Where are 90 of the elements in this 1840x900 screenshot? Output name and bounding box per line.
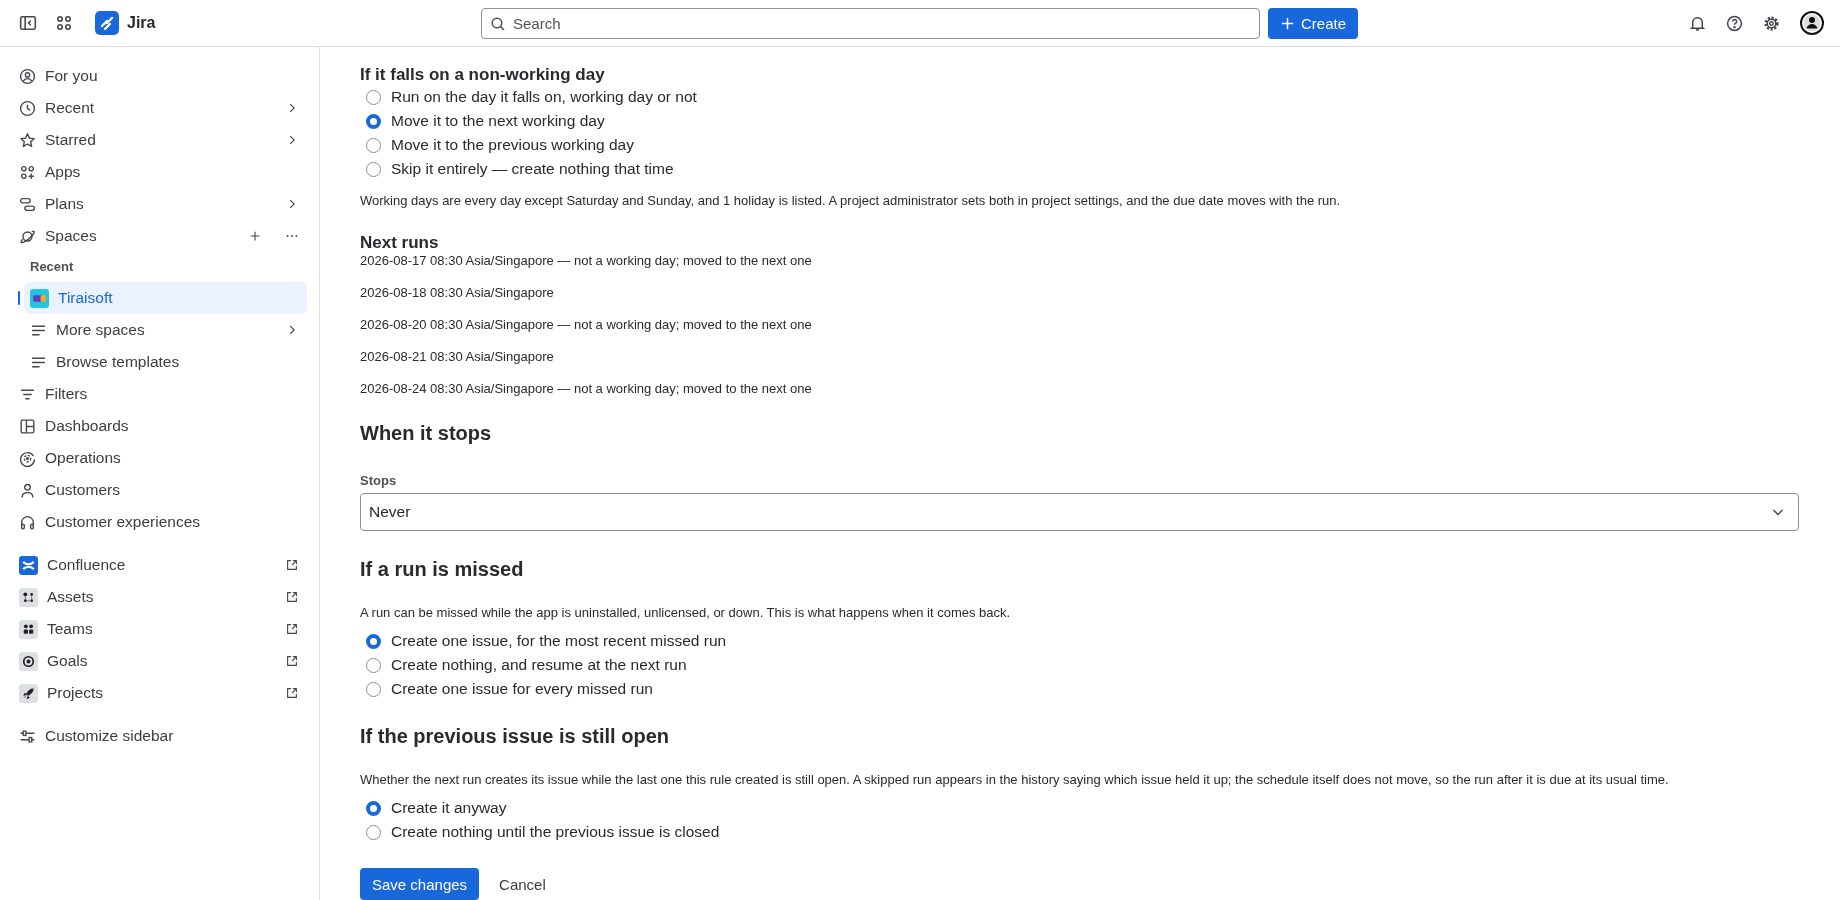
- add-icon[interactable]: [248, 229, 262, 243]
- radio-option[interactable]: Run on the day it falls on, working day or not: [360, 85, 1799, 109]
- sidebar-item[interactable]: Browse templates: [24, 346, 307, 378]
- radio-option[interactable]: Create it anyway: [360, 796, 1799, 820]
- sidebar-item[interactable]: Starred: [12, 124, 307, 156]
- product-name[interactable]: Jira: [127, 14, 156, 32]
- external-link-icon: [285, 590, 299, 604]
- radio-option[interactable]: Move it to the next working day: [360, 109, 1799, 133]
- sidebar-item[interactable]: Plans: [12, 188, 307, 220]
- app-switcher-icon[interactable]: [55, 14, 73, 32]
- radio-button[interactable]: [366, 161, 381, 177]
- field-label: Stops: [360, 473, 398, 489]
- run-entry: 2026-08-18 08:30 Asia/Singapore: [360, 284, 555, 302]
- rocket-icon: [19, 683, 38, 703]
- section-heading: If the previous issue is still open: [360, 724, 670, 748]
- layout-icon: [19, 417, 36, 435]
- plus-icon: [1280, 15, 1295, 31]
- radio-option[interactable]: Move it to the previous working day: [360, 133, 1799, 157]
- sidebar-item[interactable]: Projects: [12, 677, 307, 709]
- help-text: Working days are every day except Saturday and Sunday, and 1 holiday is listed. A project administrator sets both in project settings, and the due date moves with the run.: [360, 192, 1342, 210]
- sidebar-item[interactable]: Assets: [12, 581, 307, 613]
- bars-icon: [19, 195, 36, 213]
- radio-option[interactable]: Create nothing, and resume at the next run: [360, 653, 1799, 677]
- select-field[interactable]: Never: [360, 493, 1799, 531]
- target-icon: [19, 651, 38, 671]
- radio-option[interactable]: Skip it entirely — create nothing that time: [360, 157, 1799, 181]
- radio-option[interactable]: Create one issue, for the most recent missed run: [360, 629, 1799, 653]
- section-heading: Next runs: [360, 234, 440, 252]
- search-field[interactable]: Search: [481, 7, 1260, 39]
- sidebar-item[interactable]: Teams: [12, 613, 307, 645]
- sidebar-toggle-icon[interactable]: [19, 14, 37, 32]
- sidebar-item[interactable]: Dashboards: [12, 410, 307, 442]
- run-entry: 2026-08-21 08:30 Asia/Singapore: [360, 348, 555, 366]
- radio-button[interactable]: [366, 113, 381, 129]
- user-circle-icon: [19, 67, 36, 85]
- radio-button[interactable]: [366, 657, 381, 673]
- settings-icon[interactable]: [1763, 14, 1780, 32]
- avatar-icon[interactable]: [1800, 11, 1824, 35]
- star-icon: [19, 131, 36, 149]
- radio-button[interactable]: [366, 633, 381, 649]
- save-button[interactable]: Save changes: [360, 868, 480, 900]
- help-icon[interactable]: [1726, 14, 1743, 32]
- external-link-icon: [285, 622, 299, 636]
- radio-option[interactable]: Create one issue for every missed run: [360, 677, 1799, 701]
- external-link-icon: [285, 686, 299, 700]
- headphones-icon: [19, 513, 36, 531]
- sidebar-item[interactable]: Goals: [12, 645, 307, 677]
- space-avatar-icon: [30, 288, 49, 308]
- notifications-icon[interactable]: [1689, 14, 1706, 32]
- clock-icon: [19, 99, 36, 117]
- confluence-icon: [19, 555, 38, 575]
- section-heading: If it falls on a non-working day: [360, 65, 606, 85]
- sidebar-item[interactable]: Customers: [12, 474, 307, 506]
- radio-button[interactable]: [366, 137, 381, 153]
- sidebar-item[interactable]: More spaces: [24, 314, 307, 346]
- external-link-icon: [285, 654, 299, 668]
- radio-button[interactable]: [366, 800, 381, 816]
- sidebar-item[interactable]: Confluence: [12, 549, 307, 581]
- radio-button[interactable]: [366, 824, 381, 840]
- cancel-button[interactable]: Cancel: [487, 868, 558, 900]
- section-heading: When it stops: [360, 421, 493, 445]
- jira-logo-icon[interactable]: [95, 11, 119, 35]
- radio-button[interactable]: [366, 89, 381, 105]
- sidebar-item[interactable]: For you: [12, 60, 307, 92]
- sidebar-item[interactable]: Operations: [12, 442, 307, 474]
- help-text: A run can be missed while the app is uninstalled, unlicensed, or down. This is what happens when it comes back.: [360, 604, 1012, 622]
- external-link-icon: [285, 558, 299, 572]
- section-label: Recent: [29, 258, 75, 276]
- nodes-icon: [19, 587, 38, 607]
- section-heading: If a run is missed: [360, 557, 525, 581]
- sliders-icon: [19, 727, 36, 745]
- run-entry: 2026-08-24 08:30 Asia/Singapore — not a working day; moved to the next one: [360, 380, 813, 398]
- search-icon: [490, 15, 506, 32]
- apps-icon: [19, 163, 36, 181]
- radio-button[interactable]: [366, 681, 381, 697]
- radar-icon: [19, 449, 36, 467]
- sidebar-item[interactable]: Apps: [12, 156, 307, 188]
- people-icon: [19, 619, 38, 639]
- run-entry: 2026-08-17 08:30 Asia/Singapore — not a working day; moved to the next one: [360, 252, 813, 270]
- selection-indicator: [18, 291, 20, 305]
- sidebar-item[interactable]: Recent: [12, 92, 307, 124]
- sidebar-item[interactable]: Filters: [12, 378, 307, 410]
- help-text: Whether the next run creates its issue while the last one this rule created is still open. A skipped run appears in the history saying which issue held it up; the schedule itself does not move, so the run after it is due at its usual time.: [360, 771, 1670, 789]
- sidebar-item[interactable]: Spaces: [12, 220, 307, 252]
- create-button[interactable]: Create: [1268, 7, 1359, 39]
- customize-sidebar-link[interactable]: Customize sidebar: [12, 720, 307, 752]
- run-entry: 2026-08-20 08:30 Asia/Singapore — not a working day; moved to the next one: [360, 316, 813, 334]
- radio-option[interactable]: Create nothing until the previous issue is closed: [360, 820, 1799, 844]
- sidebar-item[interactable]: Customer experiences: [12, 506, 307, 538]
- person-icon: [19, 481, 36, 499]
